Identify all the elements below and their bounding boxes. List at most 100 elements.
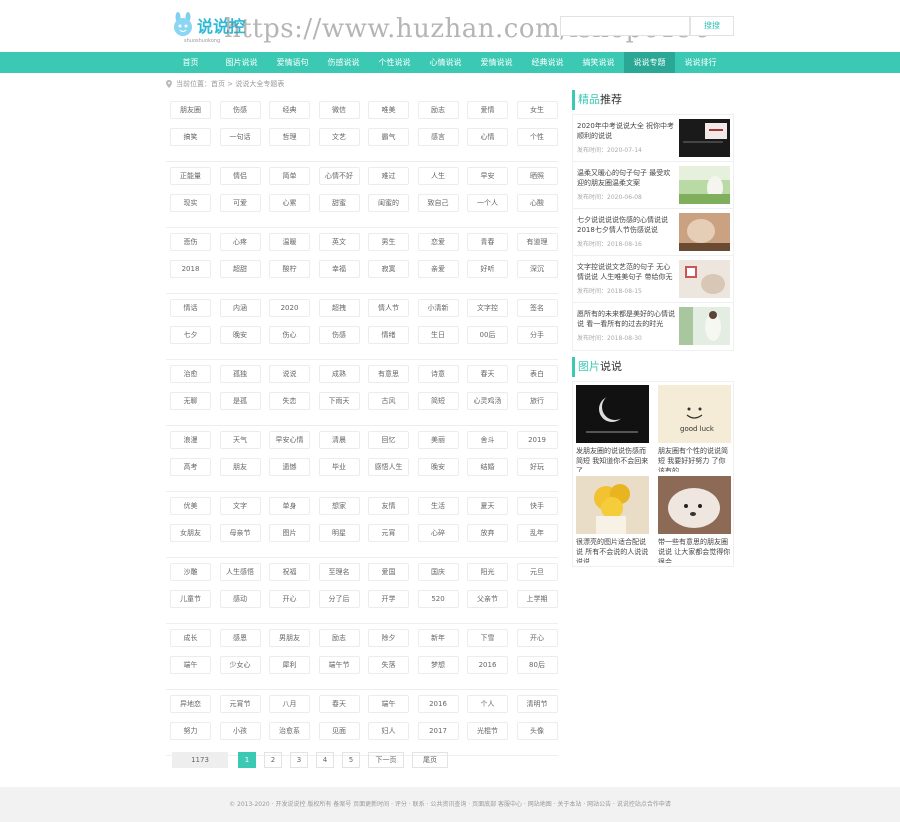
topic-tag[interactable]: 80后 (516, 656, 558, 674)
nav-item[interactable]: 个性说说 (369, 52, 420, 73)
topic-tag[interactable]: 经典 (269, 101, 310, 119)
topic-tag[interactable]: 亲爱 (417, 260, 459, 278)
topic-tag[interactable]: 少女心 (219, 656, 261, 674)
topic-tag[interactable]: 小孩 (219, 722, 261, 740)
picture-card[interactable]: good luck 朋友圈有个性的说说简短 我要好好努力 了你该有的 (658, 385, 732, 472)
topic-tag[interactable]: 寂寞 (368, 260, 409, 278)
picture-caption[interactable]: 带一些有意思的朋友圈说说 让大家都会觉得你很会 (658, 537, 732, 563)
topic-tag[interactable]: 正能量 (170, 167, 211, 185)
topic-tag[interactable]: 表白 (516, 365, 558, 383)
topic-tag[interactable]: 简短 (417, 392, 459, 410)
topic-tag[interactable]: 情侣 (219, 167, 261, 185)
picture-thumbnail[interactable] (658, 476, 731, 534)
topic-tag[interactable]: 一句话 (219, 128, 261, 146)
topic-tag[interactable]: 情绪 (368, 326, 409, 344)
topic-tag[interactable]: 个人 (467, 695, 508, 713)
topic-tag[interactable]: 超拽 (318, 299, 360, 317)
search-button[interactable]: 搜搜 (690, 16, 734, 36)
topic-tag[interactable]: 朋友圈 (170, 101, 211, 119)
featured-item[interactable]: 文字控说说文艺范的句子 无心情说说 人生唯美句子 带给你无尽感悟发布时间：201… (573, 256, 733, 303)
featured-title[interactable]: 愿所有的未来都是美好的心情说说 看一看所有的过去的时光 (577, 309, 677, 329)
topic-tag[interactable]: 心疼 (219, 233, 261, 251)
next-page-button[interactable]: 下一页 (368, 752, 404, 768)
topic-tag[interactable]: 女朋友 (170, 524, 211, 542)
topic-tag[interactable]: 端午节 (318, 656, 360, 674)
picture-caption[interactable]: 朋友圈有个性的说说简短 我要好好努力 了你该有的 (658, 446, 732, 472)
featured-item[interactable]: 温柔又暖心的句子句子 最受欢迎的朋友圈温柔文案 发布时间：2020-06-08 (573, 162, 733, 209)
topic-tag[interactable]: 2017 (417, 722, 459, 740)
topic-tag[interactable]: 治愈 (170, 365, 211, 383)
topic-tag[interactable]: 友情 (368, 497, 409, 515)
topic-tag[interactable]: 诗意 (417, 365, 459, 383)
nav-item[interactable]: 说说排行 (675, 52, 726, 73)
topic-tag[interactable]: 男朋友 (269, 629, 310, 647)
topic-tag[interactable]: 励志 (417, 101, 459, 119)
topic-tag[interactable]: 一个人 (467, 194, 508, 212)
topic-tag[interactable]: 八月 (269, 695, 310, 713)
topic-tag[interactable]: 简单 (269, 167, 310, 185)
topic-tag[interactable]: 说说 (269, 365, 310, 383)
topic-tag[interactable]: 有意思 (368, 365, 409, 383)
picture-caption[interactable]: 很漂亮的图片适合配说说 所有不会说的人说说说说 (576, 537, 650, 563)
topic-tag[interactable]: 2020 (269, 299, 310, 317)
picture-card[interactable]: 很漂亮的图片适合配说说 所有不会说的人说说说说 (576, 476, 650, 563)
featured-thumbnail[interactable] (679, 213, 730, 251)
topic-tag[interactable]: 美丽 (417, 431, 459, 449)
topic-tag[interactable]: 旅行 (516, 392, 558, 410)
topic-tag[interactable]: 光棍节 (467, 722, 508, 740)
topic-tag[interactable]: 放弃 (467, 524, 508, 542)
topic-tag[interactable]: 至理名 (318, 563, 360, 581)
topic-tag[interactable]: 失落 (368, 656, 409, 674)
topic-tag[interactable]: 男生 (368, 233, 409, 251)
topic-tag[interactable]: 生活 (417, 497, 459, 515)
topic-tag[interactable]: 文艺 (318, 128, 360, 146)
nav-item[interactable]: 说说专题 (624, 52, 675, 73)
featured-thumbnail[interactable] (679, 260, 730, 298)
topic-tag[interactable]: 好听 (467, 260, 508, 278)
topic-tag[interactable]: 开心 (269, 590, 310, 608)
picture-thumbnail[interactable] (576, 385, 649, 443)
topic-tag[interactable]: 成熟 (318, 365, 360, 383)
topic-tag[interactable]: 青春 (467, 233, 508, 251)
topic-tag[interactable]: 端午 (170, 656, 211, 674)
topic-tag[interactable]: 人生 (417, 167, 459, 185)
featured-thumbnail[interactable] (679, 119, 730, 157)
nav-item[interactable]: 首页 (165, 52, 216, 73)
topic-tag[interactable]: 天气 (219, 431, 261, 449)
topic-tag[interactable]: 舍斗 (467, 431, 508, 449)
topic-tag[interactable]: 明星 (318, 524, 360, 542)
topic-tag[interactable]: 无聊 (170, 392, 211, 410)
picture-thumbnail[interactable] (576, 476, 649, 534)
topic-tag[interactable]: 感动 (219, 590, 261, 608)
topic-tag[interactable]: 伤心 (269, 326, 310, 344)
topic-tag[interactable]: 现实 (170, 194, 211, 212)
nav-item[interactable]: 爱情语句 (267, 52, 318, 73)
topic-tag[interactable]: 成长 (170, 629, 211, 647)
topic-tag[interactable]: 元宵节 (219, 695, 261, 713)
featured-item[interactable]: 2020年中考说说大全 祝你中考顺利的说说 发布时间：2020-07-14 (573, 115, 733, 162)
featured-thumbnail[interactable] (679, 166, 730, 204)
topic-tag[interactable]: 下雨天 (318, 392, 360, 410)
topic-tag[interactable]: 母亲节 (219, 524, 261, 542)
topic-tag[interactable]: 是孤 (219, 392, 261, 410)
topic-tag[interactable]: 2018 (170, 260, 211, 278)
topic-tag[interactable]: 新年 (417, 629, 459, 647)
topic-tag[interactable]: 浪漫 (170, 431, 211, 449)
topic-tag[interactable]: 温暖 (269, 233, 310, 251)
topic-tag[interactable]: 失恋 (269, 392, 310, 410)
topic-tag[interactable]: 超甜 (219, 260, 261, 278)
topic-tag[interactable]: 2016 (417, 695, 459, 713)
featured-item[interactable]: 七夕说说说说伤感的心情说说 2018七夕情人节伤感说说 发布时间：2018-08-… (573, 209, 733, 256)
topic-tag[interactable]: 图片 (269, 524, 310, 542)
topic-tag[interactable]: 微信 (318, 101, 360, 119)
topic-tag[interactable]: 儿童节 (170, 590, 211, 608)
topic-tag[interactable]: 感恩 (219, 629, 261, 647)
topic-tag[interactable]: 好玩 (516, 458, 558, 476)
topic-tag[interactable]: 分手 (516, 326, 558, 344)
topic-tag[interactable]: 伤感 (318, 326, 360, 344)
topic-tag[interactable]: 祝福 (269, 563, 310, 581)
picture-card[interactable]: 发朋友圈的说说伤感而简短 我知道你不会回来了 (576, 385, 650, 472)
topic-tag[interactable]: 情人节 (368, 299, 409, 317)
page-number-button[interactable]: 1 (238, 752, 256, 768)
topic-tag[interactable]: 高考 (170, 458, 211, 476)
